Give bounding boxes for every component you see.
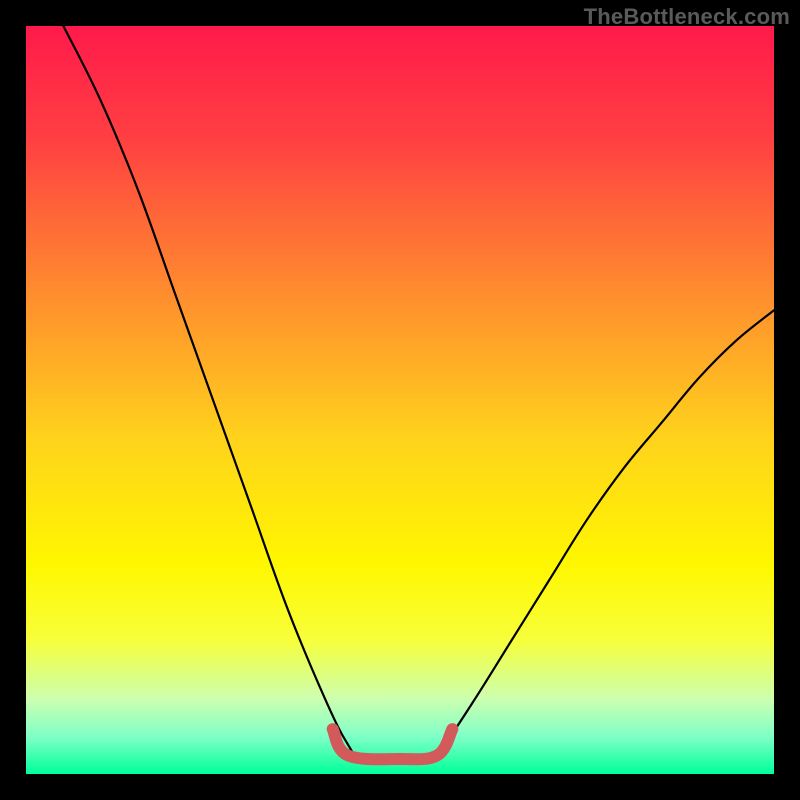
plot-background <box>26 26 774 774</box>
chart-frame: TheBottleneck.com <box>0 0 800 800</box>
watermark-text: TheBottleneck.com <box>584 4 790 30</box>
plot-frame <box>0 0 26 800</box>
plot-frame <box>0 774 800 800</box>
bottleneck-chart <box>0 0 800 800</box>
plot-frame <box>774 0 800 800</box>
